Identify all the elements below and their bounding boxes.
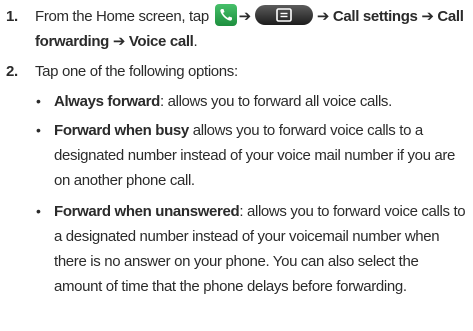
arrow-icon: ➔ [316,8,330,25]
arrow-icon: ➔ [421,8,434,25]
option-item: • Forward when busy allows you to forwar… [36,118,466,196]
step-text: Tap one of the following options: [35,63,238,80]
option-text: Forward when unanswered: allows you to f… [54,199,466,299]
step-text: From the Home screen, tap ➔ ➔ Call settin… [35,4,469,54]
phone-icon [214,4,237,26]
menu-path-call-settings: Call settings [332,8,418,25]
step-number: 1. [6,8,18,25]
bullet-icon: • [36,122,41,138]
option-description: : allows you to forward all voice calls. [159,93,392,110]
menu-key-icon [254,5,313,25]
option-item: • Forward when unanswered: allows you to… [36,199,466,327]
option-term: Forward when unanswered [54,203,240,220]
option-text: Always forward: allows you to forward al… [54,89,466,114]
instruction-document: 1. From the Home screen, tap ➔ ➔ Call set… [0,0,473,331]
option-term: Always forward [54,93,160,110]
step-text-end: . [193,33,198,50]
option-item: • Always forward: allows you to forward … [36,89,466,116]
arrow-icon: ➔ [112,33,126,50]
option-text: Forward when busy allows you to forward … [54,118,466,193]
bullet-icon: • [36,93,41,109]
step-2: 2. Tap one of the following options: [0,59,473,86]
step-number: 2. [6,63,18,80]
menu-path-voice-call: Voice call [128,33,194,50]
step-1: 1. From the Home screen, tap ➔ ➔ Call set… [0,4,473,56]
bullet-icon: • [36,203,41,219]
step-text-intro: From the Home screen, tap [35,8,213,25]
option-term: Forward when busy [54,122,189,139]
arrow-icon: ➔ [238,8,252,25]
